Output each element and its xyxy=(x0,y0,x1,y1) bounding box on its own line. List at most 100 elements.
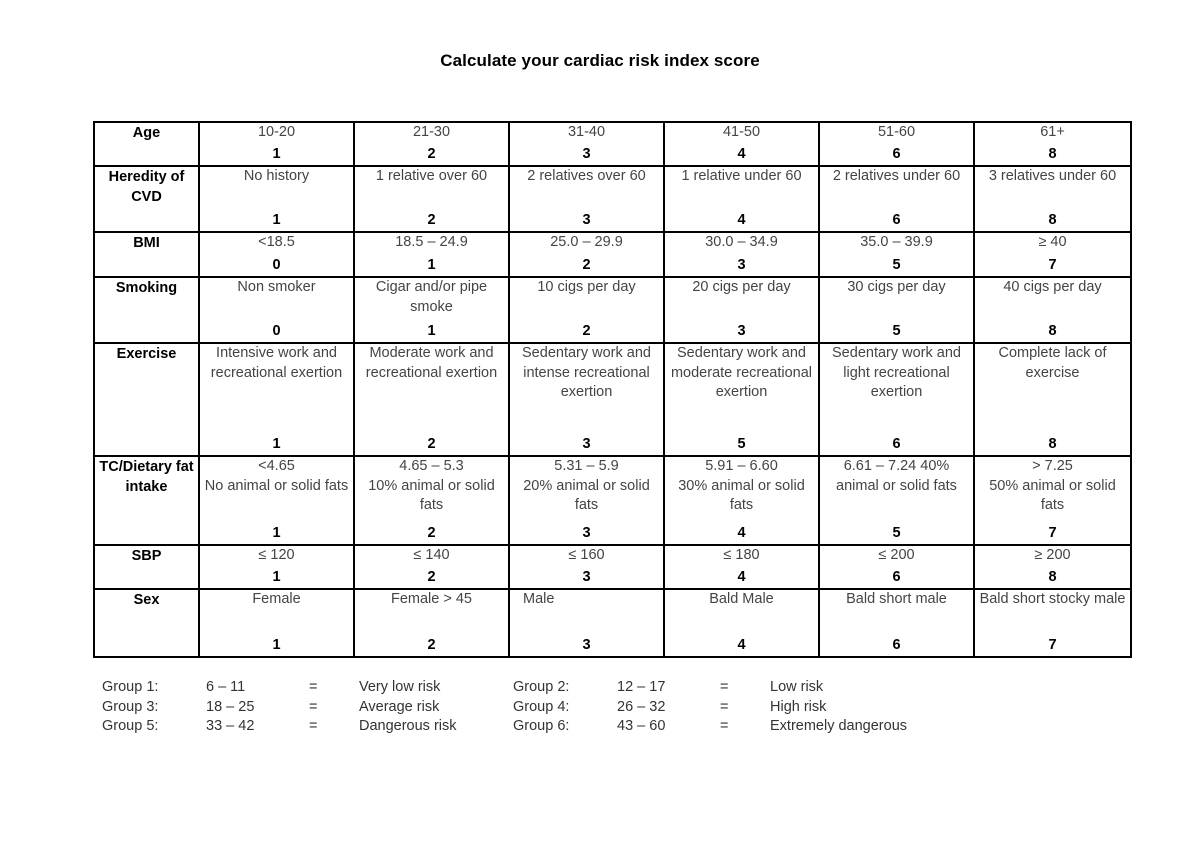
group-name: Group 6: xyxy=(513,718,570,734)
score-cell: 51-60 6 xyxy=(818,121,975,167)
cell-description: 30.0 – 34.9 xyxy=(705,234,778,250)
cell-description: 40 cigs per day xyxy=(1003,279,1102,295)
score-cell: 3 relatives under 60 8 xyxy=(973,165,1132,233)
score-cell: Intensive work and recreational exertion… xyxy=(198,342,355,457)
score-cell: 30.0 – 34.9 3 xyxy=(663,231,820,278)
table-row: Smoking Non smoker 0 Cigar and/or pipe smok… xyxy=(93,276,1132,344)
cell-score: 7 xyxy=(1048,256,1057,273)
cell-score: 4 xyxy=(737,568,746,585)
score-cell: Sedentary work and moderate recreational… xyxy=(663,342,820,457)
group-equals: = xyxy=(309,679,318,695)
score-cell: 41-50 4 xyxy=(663,121,820,167)
cell-description: Male xyxy=(523,591,555,607)
cell-description: <18.5 xyxy=(258,234,295,250)
score-cell: Bald short stocky male 7 xyxy=(973,588,1132,658)
cell-score: 5 xyxy=(892,256,901,273)
cell-score: 1 xyxy=(272,568,281,585)
score-cell: <4.65 No animal or solid fats 1 xyxy=(198,455,355,546)
group-equals: = xyxy=(720,679,729,695)
table-row: SBP ≤ 120 1 ≤ 140 2 ≤ 160 3 ≤ 180 4 ≤ 200 6 ≥ 200 8 xyxy=(93,544,1132,590)
cell-description: 25.0 – 29.9 xyxy=(550,234,623,250)
table-row: Sex Female 1 Female > 45 2 Male 3 Bald Male 4 Bal… xyxy=(93,588,1132,658)
group-equals: = xyxy=(309,698,318,715)
group-range: 43 – 60 xyxy=(617,718,666,734)
score-cell: Bald short male 6 xyxy=(818,588,975,658)
group-name: Group 2: xyxy=(513,679,570,695)
cell-score: 7 xyxy=(1048,524,1057,541)
cell-score: 3 xyxy=(582,636,591,653)
cell-description: Bald short stocky male xyxy=(979,591,1126,607)
score-cell: ≥ 200 8 xyxy=(973,544,1132,590)
cell-score: 0 xyxy=(272,256,281,273)
row-label: Exercise xyxy=(93,342,200,457)
cell-score: 8 xyxy=(1048,435,1057,452)
score-cell: ≥ 40 7 xyxy=(973,231,1132,278)
cell-description: ≤ 160 xyxy=(568,547,605,563)
score-cell: Female 1 xyxy=(198,588,355,658)
cell-description: 1 relative under 60 xyxy=(681,168,802,184)
score-cell: ≤ 120 1 xyxy=(198,544,355,590)
cell-score: 8 xyxy=(1048,568,1057,585)
risk-group-legend: Group 1: 6 – 11 = Very low risk Group 2: 12 –… xyxy=(102,678,924,737)
cell-description: 5.91 – 6.60 30% animal or solid fats xyxy=(678,458,805,513)
cell-score: 1 xyxy=(272,435,281,452)
score-cell: 1 relative under 60 4 xyxy=(663,165,820,233)
group-range: 6 – 11 xyxy=(206,679,246,695)
cell-description: ≤ 140 xyxy=(413,547,450,563)
cell-description: Sedentary work and moderate recreational… xyxy=(670,345,813,400)
cell-score: 1 xyxy=(427,256,436,273)
cell-description: Sedentary work and intense recreational … xyxy=(522,345,651,400)
cell-score: 3 xyxy=(582,435,591,452)
cell-score: 8 xyxy=(1048,211,1057,228)
cell-description: ≥ 40 xyxy=(1038,234,1067,250)
cell-score: 5 xyxy=(737,435,746,452)
group-name: Group 3: xyxy=(102,698,159,715)
cell-score: 1 xyxy=(272,524,281,541)
score-cell: 10 cigs per day 2 xyxy=(508,276,665,344)
cell-description: 10-20 xyxy=(257,124,296,140)
score-cell: 2 relatives over 60 3 xyxy=(508,165,665,233)
cell-score: 5 xyxy=(892,322,901,339)
score-cell: Non smoker 0 xyxy=(198,276,355,344)
page-title: Calculate your cardiac risk index score xyxy=(440,51,760,70)
cell-description: 4.65 – 5.3 10% animal or solid fats xyxy=(368,458,495,513)
cell-description: <4.65 No animal or solid fats xyxy=(204,458,349,494)
group-risk-level: Average risk xyxy=(359,698,440,715)
cell-score: 1 xyxy=(272,636,281,653)
cell-score: 3 xyxy=(582,568,591,585)
cell-description: 35.0 – 39.9 xyxy=(860,234,933,250)
cell-description: Bald short male xyxy=(846,591,947,607)
cell-description: > 7.25 50% animal or solid fats xyxy=(989,458,1116,513)
cell-score: 1 xyxy=(272,211,281,228)
row-label: Sex xyxy=(93,588,200,658)
score-cell: 4.65 – 5.3 10% animal or solid fats 2 xyxy=(353,455,510,546)
cell-description: Female xyxy=(252,591,301,607)
table-row: Heredity of CVD No history 1 1 relative ove… xyxy=(93,165,1132,233)
cell-description: 3 relatives under 60 xyxy=(988,168,1117,184)
cell-score: 5 xyxy=(892,524,901,541)
cell-score: 2 xyxy=(427,636,436,653)
cell-description: ≤ 180 xyxy=(723,547,760,563)
cell-description: 51-60 xyxy=(877,124,916,140)
score-cell: Sedentary work and intense recreational … xyxy=(508,342,665,457)
cell-description: 5.31 – 5.9 20% animal or solid fats xyxy=(523,458,650,513)
cell-score: 3 xyxy=(737,256,746,273)
group-risk-level: Low risk xyxy=(770,679,824,695)
group-range: 26 – 32 xyxy=(617,698,666,715)
cell-description: Moderate work and recreational exertion xyxy=(365,345,498,381)
legend-row: Group 5: 33 – 42 = Dangerous risk Group 6: 43… xyxy=(102,717,924,737)
group-range: 12 – 17 xyxy=(617,679,666,695)
row-label: BMI xyxy=(93,231,200,278)
score-cell: 31-40 3 xyxy=(508,121,665,167)
score-cell: 35.0 – 39.9 5 xyxy=(818,231,975,278)
table-row: Exercise Intensive work and recreational … xyxy=(93,342,1132,457)
cell-description: 61+ xyxy=(1040,124,1065,140)
cell-score: 0 xyxy=(272,322,281,339)
cell-score: 8 xyxy=(1048,322,1057,339)
score-cell: 20 cigs per day 3 xyxy=(663,276,820,344)
cell-description: 18.5 – 24.9 xyxy=(395,234,468,250)
row-label: Heredity of CVD xyxy=(93,165,200,233)
score-cell: 40 cigs per day 8 xyxy=(973,276,1132,344)
cell-description: Female > 45 xyxy=(390,591,472,607)
cell-description: Complete lack of exercise xyxy=(998,345,1107,381)
